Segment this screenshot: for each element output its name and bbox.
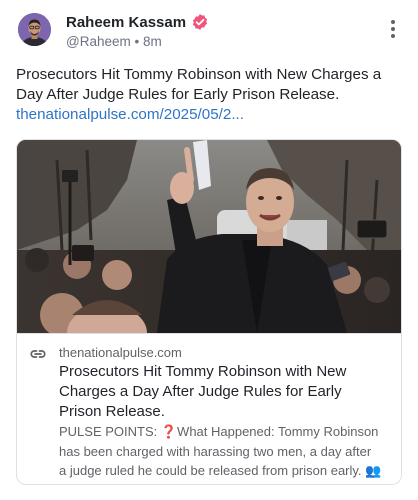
preview-title-line: Charges a Day After Judge Rules for Earl… <box>59 383 342 400</box>
link-icon <box>29 347 47 361</box>
more-vertical-icon[interactable] <box>388 20 398 42</box>
avatar-image <box>18 13 51 46</box>
post-text-line: Prosecutors Hit Tommy Robinson with New … <box>16 66 382 83</box>
author-name[interactable]: Raheem Kassam <box>66 14 186 31</box>
post-link[interactable]: thenationalpulse.com/2025/05/2... <box>16 105 404 125</box>
preview-description-line: a judge ruled he could be released from … <box>59 463 382 478</box>
preview-description-line: PULSE POINTS: ❓What Happened: Tommy Robi… <box>59 424 379 439</box>
avatar[interactable] <box>18 13 51 46</box>
preview-title: Prosecutors Hit Tommy Robinson with New … <box>59 362 395 422</box>
post-header: Raheem Kassam @Raheem • 8m <box>18 12 400 52</box>
post-text: Prosecutors Hit Tommy Robinson with New … <box>16 65 404 125</box>
name-row: Raheem Kassam <box>66 12 209 32</box>
preview-title-line: Prosecutors Hit Tommy Robinson with New <box>59 363 347 380</box>
post-card: Raheem Kassam @Raheem • 8m Prosecutors H… <box>0 0 418 500</box>
preview-title-line: Prison Release. <box>59 403 165 420</box>
author-block: Raheem Kassam @Raheem • 8m <box>66 12 209 49</box>
link-preview-card[interactable]: thenationalpulse.com Prosecutors Hit Tom… <box>16 139 402 485</box>
author-handle[interactable]: @Raheem <box>66 34 131 49</box>
author-meta: @Raheem • 8m <box>66 34 209 49</box>
preview-image <box>17 140 401 361</box>
verified-badge-icon <box>191 13 209 31</box>
post-time[interactable]: 8m <box>143 34 162 49</box>
preview-description-line: has been charged with harassing two men,… <box>59 443 372 459</box>
preview-info: thenationalpulse.com Prosecutors Hit Tom… <box>17 333 401 484</box>
preview-description: PULSE POINTS: ❓What Happened: Tommy Robi… <box>59 422 399 481</box>
meta-separator: • <box>134 34 140 49</box>
post-text-line: Day After Judge Rules for Early Prison R… <box>16 86 340 103</box>
preview-domain: thenationalpulse.com <box>59 345 182 360</box>
